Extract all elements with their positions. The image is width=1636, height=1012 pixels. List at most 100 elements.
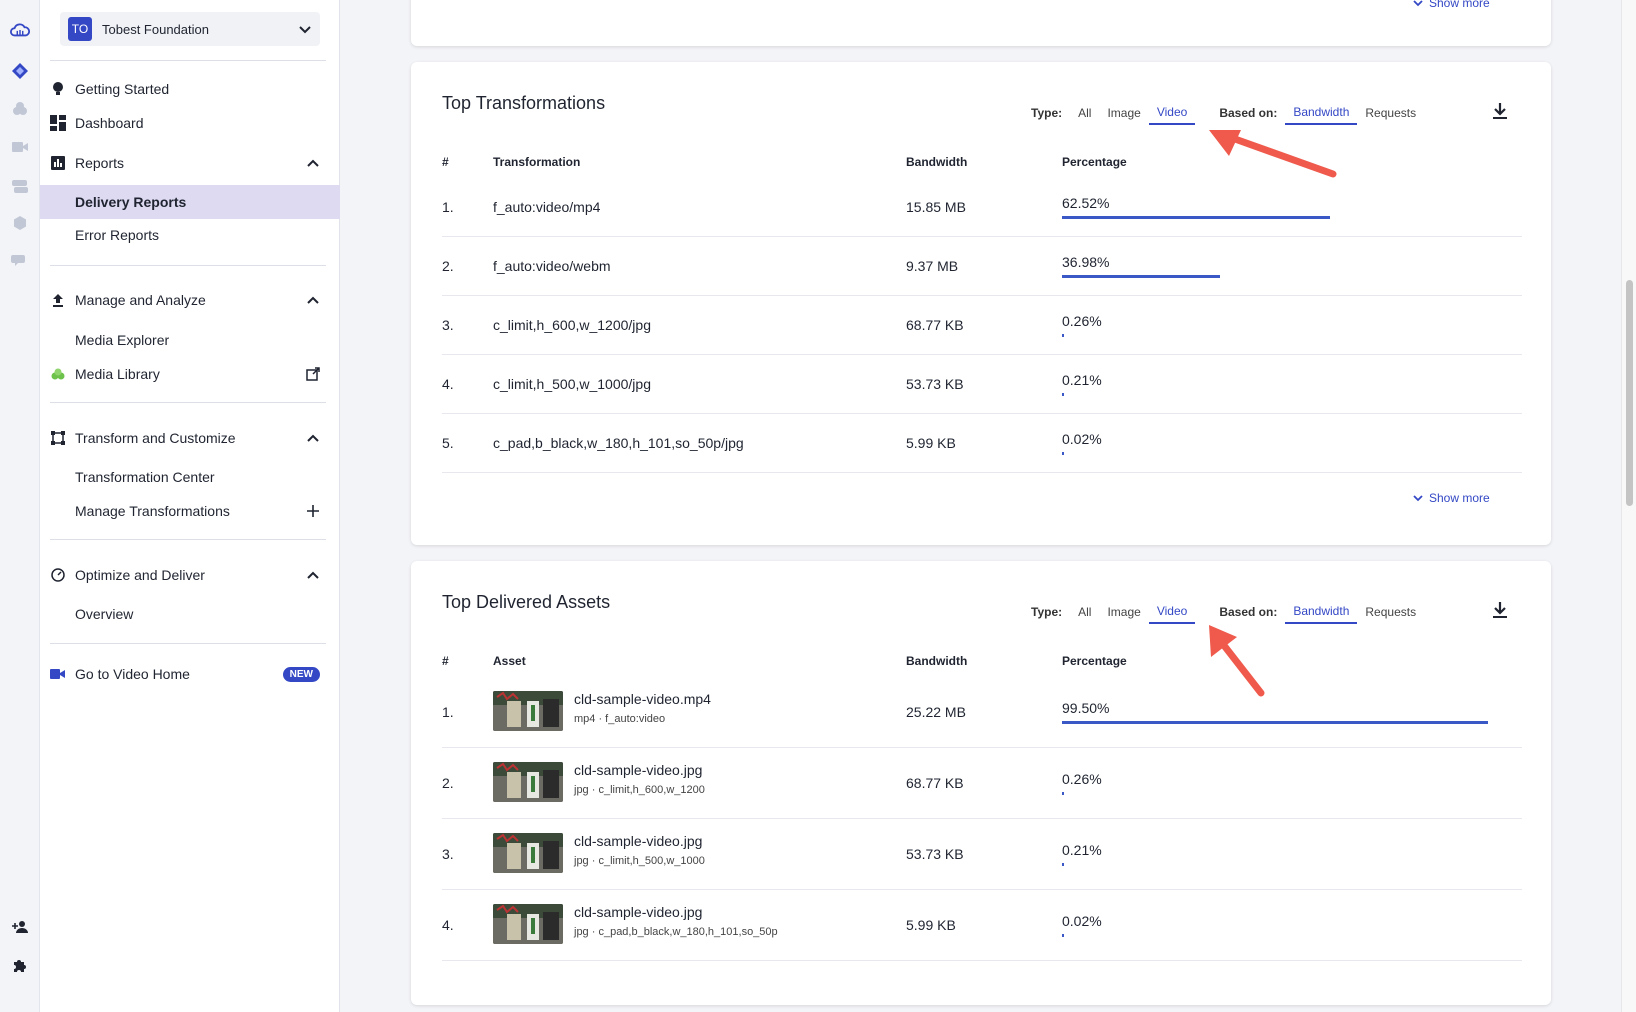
chevron-up-icon[interactable] <box>306 293 320 307</box>
transformation-name[interactable]: c_limit,h_600,w_1200/jpg <box>493 317 651 333</box>
sidebar-item-reports[interactable]: Reports <box>40 146 340 180</box>
chevron-up-icon[interactable] <box>306 156 320 170</box>
type-option-image[interactable]: Image <box>1099 102 1148 124</box>
based-option-bandwidth[interactable]: Bandwidth <box>1285 101 1358 125</box>
upload-icon <box>50 292 66 308</box>
table-row[interactable]: 2. f_auto:video/webm 9.37 MB 36.98% <box>442 237 1522 296</box>
download-icon[interactable] <box>1491 601 1509 619</box>
table-row[interactable]: 1. cld-sample-video.mp4 mp4 · f_auto:vid… <box>442 677 1522 748</box>
filter-bar: Type: All Image Video Based on: Bandwidt… <box>1031 600 1424 624</box>
based-option-bandwidth[interactable]: Bandwidth <box>1285 600 1358 624</box>
table-row[interactable]: 3. c_limit,h_600,w_1200/jpg 68.77 KB 0.2… <box>442 296 1522 355</box>
download-icon[interactable] <box>1491 102 1509 120</box>
asset-thumbnail[interactable] <box>493 762 563 802</box>
asset-name[interactable]: cld-sample-video.jpg <box>574 904 702 920</box>
sidebar-item-media-library[interactable]: Media Library <box>40 357 340 391</box>
sidebar-item-optimize-and-deliver[interactable]: Optimize and Deliver <box>40 558 340 592</box>
column-header: Bandwidth <box>906 155 968 169</box>
main-content: Show more Top Transformations Type: All … <box>341 0 1621 1012</box>
asset-name[interactable]: cld-sample-video.jpg <box>574 762 702 778</box>
sidebar-item-media-explorer[interactable]: Media Explorer <box>40 323 340 357</box>
asset-thumbnail[interactable] <box>493 691 563 731</box>
sidebar-item-label: Media Explorer <box>75 332 170 348</box>
based-option-requests[interactable]: Requests <box>1357 102 1424 124</box>
org-selector[interactable]: TO Tobest Foundation <box>60 12 320 46</box>
hexagon-icon[interactable] <box>10 213 30 233</box>
add-user-icon[interactable] <box>10 917 30 937</box>
sidebar-item-label: Manage Transformations <box>75 503 230 519</box>
bandwidth-value: 68.77 KB <box>906 775 964 791</box>
external-link-icon[interactable] <box>306 367 320 381</box>
transformation-name[interactable]: c_pad,b_black,w_180,h_101,so_50p/jpg <box>493 435 744 451</box>
percentage-bar <box>1062 863 1064 866</box>
type-option-image[interactable]: Image <box>1099 601 1148 623</box>
transformation-name[interactable]: f_auto:video/mp4 <box>493 199 600 215</box>
sidebar-item-delivery-reports[interactable]: Delivery Reports <box>40 185 340 219</box>
type-option-video[interactable]: Video <box>1148 101 1196 125</box>
sidebar: TO Tobest Foundation Getting Started Das… <box>40 0 340 1012</box>
type-label: Type: <box>1031 605 1063 619</box>
bandwidth-value: 53.73 KB <box>906 846 964 862</box>
chevron-up-icon[interactable] <box>306 568 320 582</box>
sidebar-item-transformation-center[interactable]: Transformation Center <box>40 460 340 494</box>
table-row[interactable]: 4. c_limit,h_500,w_1000/jpg 53.73 KB 0.2… <box>442 355 1522 414</box>
scrollbar-thumb[interactable] <box>1626 280 1633 506</box>
stack-icon[interactable] <box>10 176 30 196</box>
media-library-icon <box>50 366 66 382</box>
row-index: 1. <box>442 704 454 720</box>
table-row[interactable]: 1. f_auto:video/mp4 15.85 MB 62.52% <box>442 178 1522 237</box>
transformation-name[interactable]: c_limit,h_500,w_1000/jpg <box>493 376 651 392</box>
table-row[interactable]: 3. cld-sample-video.jpg jpg · c_limit,h_… <box>442 819 1522 890</box>
type-option-video[interactable]: Video <box>1148 600 1196 624</box>
chevron-up-icon[interactable] <box>306 431 320 445</box>
sidebar-item-overview[interactable]: Overview <box>40 597 340 631</box>
sidebar-item-dashboard[interactable]: Dashboard <box>40 106 340 140</box>
column-header: Percentage <box>1062 155 1127 169</box>
sidebar-item-getting-started[interactable]: Getting Started <box>40 72 340 106</box>
show-more-link[interactable]: Show more <box>1413 0 1490 10</box>
type-option-all[interactable]: All <box>1070 102 1099 124</box>
percentage-bar <box>1062 721 1488 724</box>
sidebar-item-label: Reports <box>75 155 125 171</box>
sidebar-item-transform-and-customize[interactable]: Transform and Customize <box>40 421 340 455</box>
percentage-value: 62.52% <box>1062 195 1110 211</box>
percentage-value: 99.50% <box>1062 700 1110 716</box>
asset-thumbnail[interactable] <box>493 833 563 873</box>
assets-icon[interactable] <box>10 99 30 119</box>
table-row[interactable]: 2. cld-sample-video.jpg jpg · c_limit,h_… <box>442 748 1522 819</box>
row-index: 2. <box>442 258 454 274</box>
show-more-link[interactable]: Show more <box>1413 491 1490 505</box>
percentage-bar <box>1062 216 1330 219</box>
based-option-requests[interactable]: Requests <box>1357 601 1424 623</box>
asset-name[interactable]: cld-sample-video.jpg <box>574 833 702 849</box>
divider <box>50 539 326 540</box>
cloud-logo-icon[interactable] <box>10 20 30 40</box>
table-row[interactable]: 5. c_pad,b_black,w_180,h_101,so_50p/jpg … <box>442 414 1522 473</box>
plus-icon[interactable] <box>306 504 320 518</box>
sidebar-item-go-to-video-home[interactable]: Go to Video Home NEW <box>40 657 340 691</box>
type-option-all[interactable]: All <box>1070 601 1099 623</box>
top-transformations-card: Top Transformations Type: All Image Vide… <box>411 62 1551 545</box>
row-index: 4. <box>442 917 454 933</box>
puzzle-icon[interactable] <box>10 956 30 976</box>
percentage-value: 0.02% <box>1062 431 1102 447</box>
row-index: 5. <box>442 435 454 451</box>
diamond-icon[interactable] <box>10 61 30 81</box>
transformation-name[interactable]: f_auto:video/webm <box>493 258 611 274</box>
percentage-value: 0.26% <box>1062 771 1102 787</box>
sidebar-item-manage-transformations[interactable]: Manage Transformations <box>40 494 340 528</box>
sidebar-item-label: Dashboard <box>75 115 144 131</box>
sidebar-item-label: Media Library <box>75 366 160 382</box>
icon-rail <box>0 0 40 1012</box>
chat-icon[interactable] <box>10 251 30 271</box>
sidebar-item-manage-and-analyze[interactable]: Manage and Analyze <box>40 283 340 317</box>
asset-name[interactable]: cld-sample-video.mp4 <box>574 691 711 707</box>
card-title: Top Delivered Assets <box>442 592 611 612</box>
table-row[interactable]: 4. cld-sample-video.jpg jpg · c_pad,b_bl… <box>442 890 1522 961</box>
asset-thumbnail[interactable] <box>493 904 563 944</box>
video-icon[interactable] <box>10 137 30 157</box>
percentage-bar <box>1062 934 1064 937</box>
sidebar-item-error-reports[interactable]: Error Reports <box>40 218 340 252</box>
page-scrollbar[interactable] <box>1621 0 1636 1012</box>
percentage-value: 0.26% <box>1062 313 1102 329</box>
